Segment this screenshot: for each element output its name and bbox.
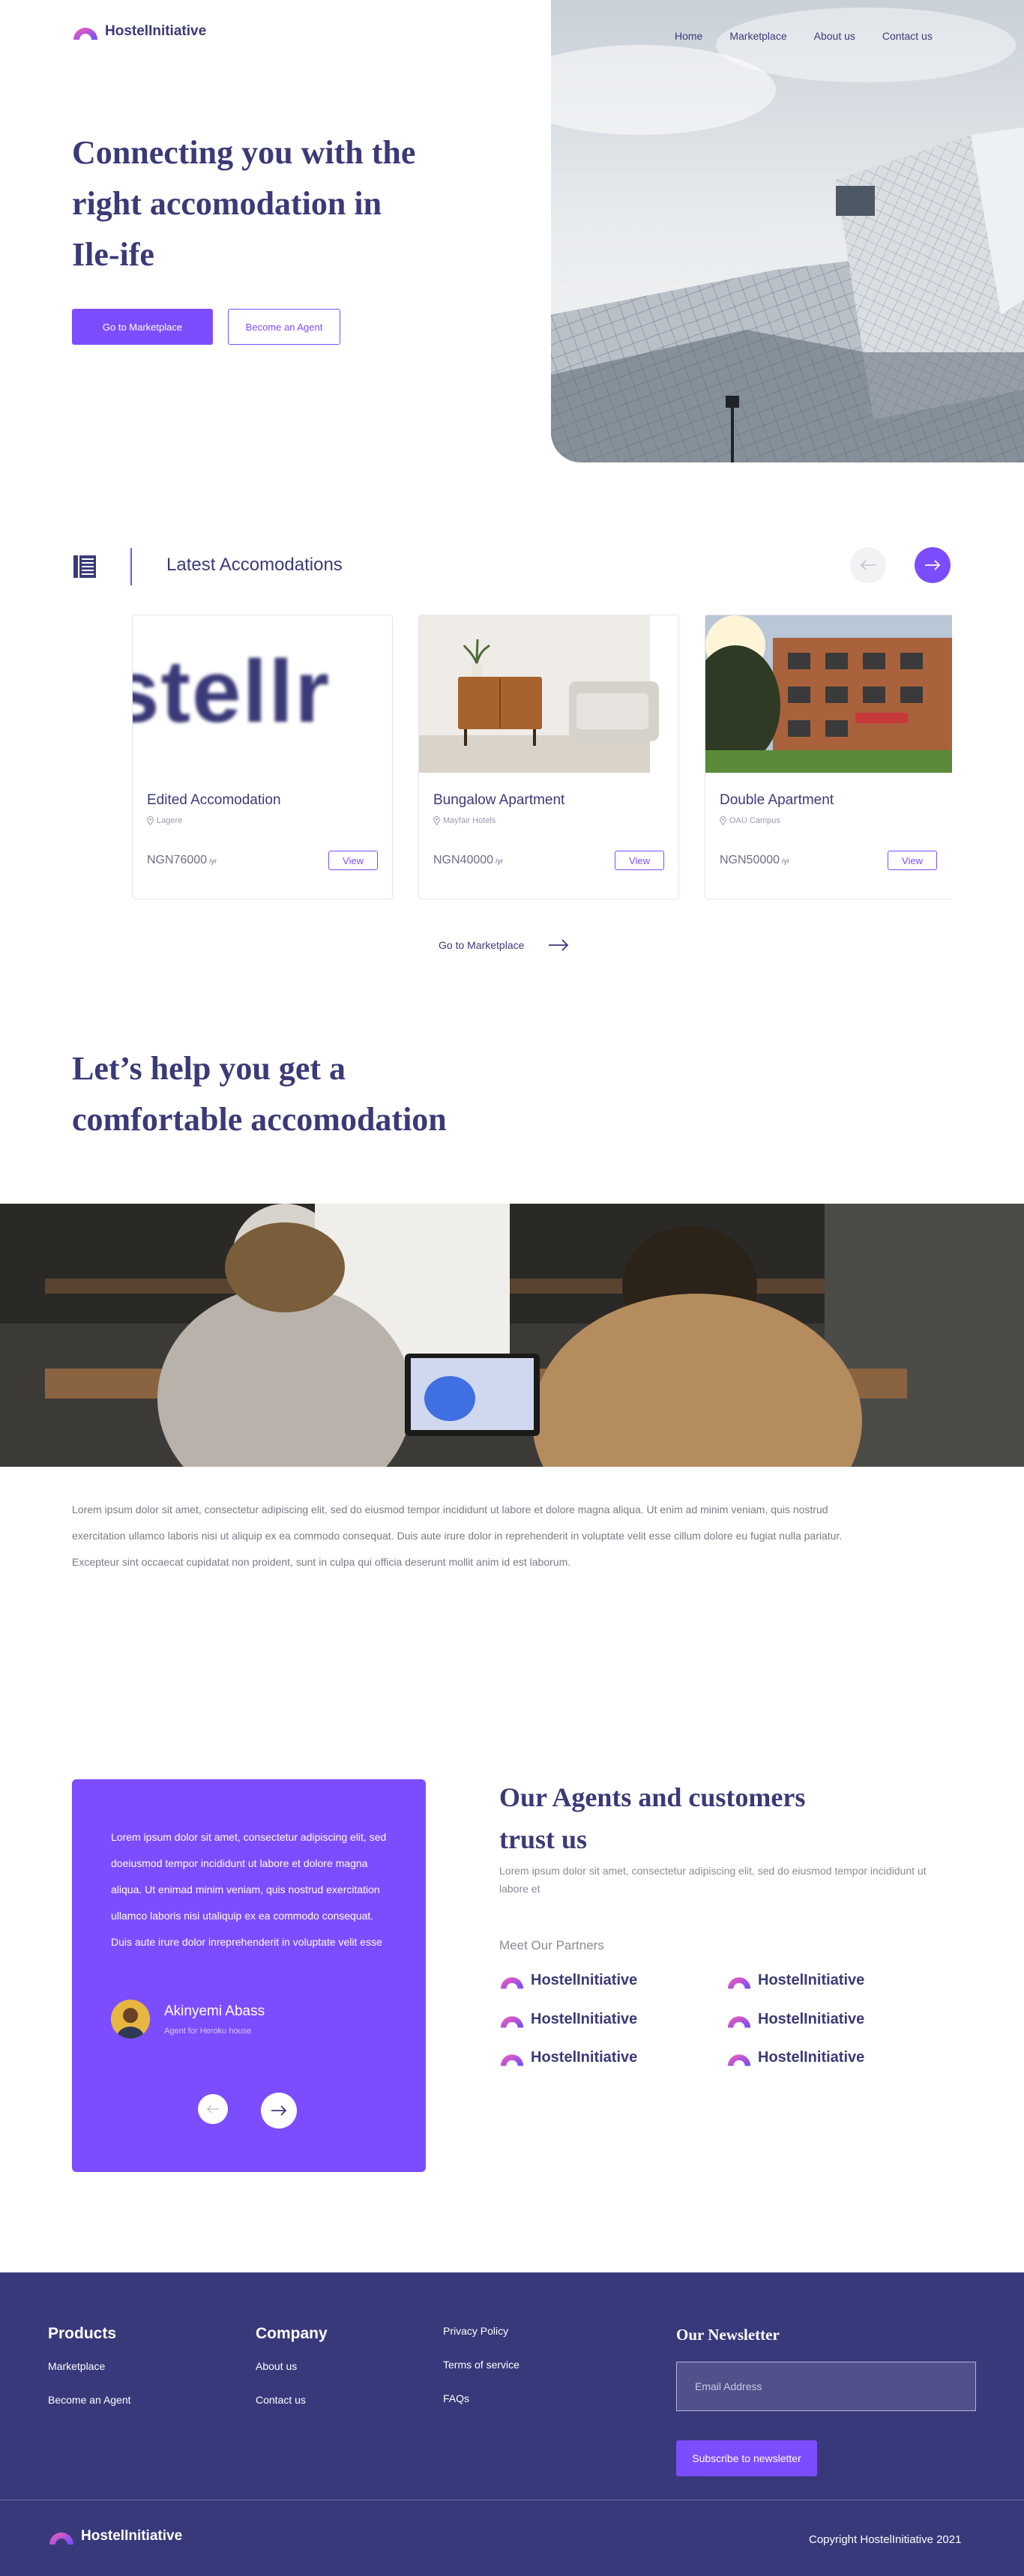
go-to-marketplace-button[interactable]: Go to Marketplace	[72, 309, 213, 345]
help-title: Let’s help you get a comfortable accomod…	[72, 1050, 447, 1138]
partner-logo: HostelInitiative	[726, 2011, 864, 2028]
agents-title: Our Agents and customers trust us	[499, 1782, 806, 1854]
accommodation-card[interactable]: Double Apartment OAU Campus NGN50000/yr …	[705, 615, 952, 899]
card-title: Bungalow Apartment	[433, 792, 565, 808]
footer-link-contact[interactable]: Contact us	[256, 2394, 306, 2406]
footer-products-title: Products	[48, 2325, 117, 2342]
arrow-right-icon	[549, 939, 569, 951]
nav-home[interactable]: Home	[675, 30, 702, 42]
latest-title: Latest Accomodations	[166, 555, 343, 575]
section-divider	[130, 548, 132, 585]
card-image: stellr	[133, 615, 392, 773]
logo-mark-icon	[727, 2054, 751, 2066]
partner-logo: HostelInitiative	[499, 2049, 637, 2066]
footer-link-terms[interactable]: Terms of service	[443, 2359, 519, 2371]
footer-link-privacy[interactable]: Privacy Policy	[443, 2325, 508, 2337]
become-agent-button[interactable]: Become an Agent	[228, 309, 340, 345]
partner-logo: HostelInitiative	[499, 1972, 637, 1989]
view-button[interactable]: View	[888, 851, 937, 870]
nav-marketplace[interactable]: Marketplace	[729, 30, 786, 42]
arrow-left-icon	[206, 2105, 219, 2114]
testimonial-name: Akinyemi Abass	[164, 2003, 265, 2019]
footer-link-marketplace[interactable]: Marketplace	[48, 2360, 105, 2372]
partners-heading: Meet Our Partners	[499, 1938, 604, 1952]
building-icon	[73, 555, 96, 578]
logo-mark-icon	[500, 2054, 524, 2066]
nav-about[interactable]: About us	[814, 30, 855, 42]
logo-mark-icon	[73, 28, 97, 40]
carousel-prev-button[interactable]	[850, 547, 886, 583]
testimonial-prev-button[interactable]	[198, 2094, 228, 2124]
carousel-next-button[interactable]	[915, 547, 951, 583]
accommodation-card[interactable]: stellr Edited Accomodation Lagere NGN760…	[132, 615, 393, 899]
card-price: NGN50000/yr	[720, 854, 790, 866]
partner-logo: HostelInitiative	[726, 2049, 864, 2066]
card-location: Lagere	[147, 816, 182, 825]
testimonial-next-button[interactable]	[261, 2093, 297, 2129]
card-title: Edited Accomodation	[147, 792, 281, 808]
nav-contact[interactable]: Contact us	[882, 30, 933, 42]
logo-mark-icon	[49, 2533, 73, 2545]
location-pin-icon	[720, 816, 726, 825]
card-location: OAU Campus	[720, 816, 780, 825]
card-location: Mayfair Hotels	[433, 816, 496, 825]
logo-mark-icon	[500, 1976, 524, 1988]
card-title: Double Apartment	[720, 792, 834, 808]
footer-logo[interactable]: HostelInitiative	[48, 2528, 182, 2545]
brand-logo[interactable]: HostelInitiative	[72, 23, 206, 40]
partner-logo: HostelInitiative	[499, 2011, 637, 2028]
newsletter-title: Our Newsletter	[676, 2326, 780, 2344]
testimonial-quote: Lorem ipsum dolor sit amet, consectetur …	[111, 1831, 387, 1948]
newsletter-email-input[interactable]: Email Address	[676, 2362, 976, 2411]
marketplace-link[interactable]: Go to Marketplace	[439, 939, 569, 951]
accommodation-card[interactable]: Bungalow Apartment Mayfair Hotels NGN400…	[418, 615, 679, 899]
subscribe-button[interactable]: Subscribe to newsletter	[676, 2440, 817, 2476]
view-button[interactable]: View	[328, 851, 378, 870]
arrow-left-icon	[860, 560, 876, 570]
copyright: Copyright HostelInitiative 2021	[809, 2533, 962, 2546]
card-image	[705, 615, 952, 773]
avatar	[111, 2000, 150, 2039]
card-clip: Double Apartment OAU Campus NGN50000/yr …	[705, 615, 952, 901]
arrow-right-icon	[271, 2105, 287, 2116]
hero-title: Connecting you with the right accomodati…	[72, 134, 416, 273]
help-paragraph: Lorem ipsum dolor sit amet, consectetur …	[72, 1503, 843, 1568]
location-pin-icon	[433, 816, 440, 825]
footer-company-title: Company	[256, 2325, 328, 2342]
card-image	[419, 615, 678, 773]
view-button[interactable]: View	[615, 851, 664, 870]
footer-link-become-agent[interactable]: Become an Agent	[48, 2394, 131, 2406]
hero-building-image	[551, 0, 1024, 462]
brand-name: HostelInitiative	[105, 23, 207, 39]
logo-mark-icon	[727, 1976, 751, 1988]
testimonial-card: Lorem ipsum dolor sit amet, consectetur …	[72, 1779, 426, 2172]
testimonial-role: Agent for Heroku house	[164, 2027, 252, 2036]
partner-logo: HostelInitiative	[726, 1972, 864, 1989]
logo-mark-icon	[727, 2015, 751, 2027]
location-pin-icon	[147, 816, 154, 825]
footer-brand-name: HostelInitiative	[81, 2528, 183, 2544]
card-price: NGN76000/yr	[147, 854, 217, 866]
arrow-right-icon	[925, 560, 941, 570]
logo-mark-icon	[500, 2015, 524, 2027]
card-price: NGN40000/yr	[433, 854, 504, 866]
agents-subtitle: Lorem ipsum dolor sit amet, consectetur …	[499, 1865, 927, 1895]
team-photo	[0, 1204, 1024, 1467]
footer-link-about[interactable]: About us	[256, 2360, 297, 2372]
main-nav: Home Marketplace About us Contact us	[675, 30, 933, 42]
footer-link-faqs[interactable]: FAQs	[443, 2392, 469, 2404]
